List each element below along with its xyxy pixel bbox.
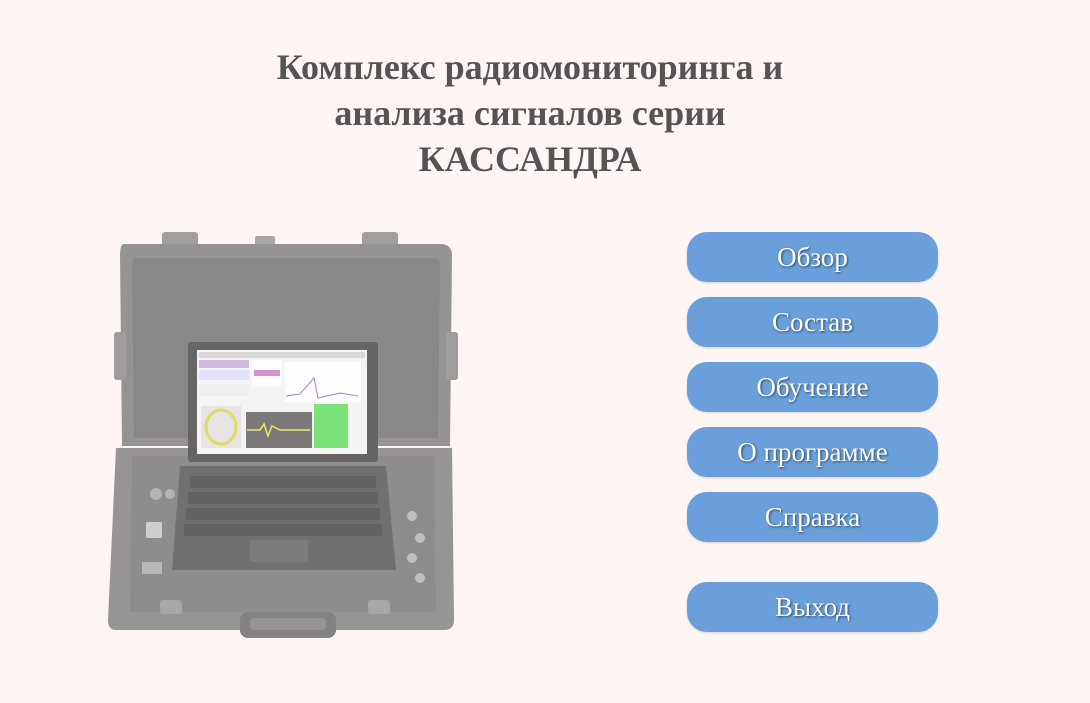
about-program-button[interactable]: О программе: [687, 427, 938, 477]
overview-button[interactable]: Обзор: [687, 232, 938, 282]
exit-button[interactable]: Выход: [687, 582, 938, 632]
training-button[interactable]: Обучение: [687, 362, 938, 412]
title-line-1: Комплекс радиомониторинга и: [276, 47, 784, 87]
rugged-case-laptop-illustration: [100, 228, 470, 648]
device-image: [100, 228, 470, 648]
title-line-3: КАССАНДРА: [418, 139, 642, 179]
help-button[interactable]: Справка: [687, 492, 938, 542]
composition-button[interactable]: Состав: [687, 297, 938, 347]
title-line-2: анализа сигналов серии: [334, 93, 726, 133]
page-title: Комплекс радиомониторинга и анализа сигн…: [160, 44, 900, 182]
